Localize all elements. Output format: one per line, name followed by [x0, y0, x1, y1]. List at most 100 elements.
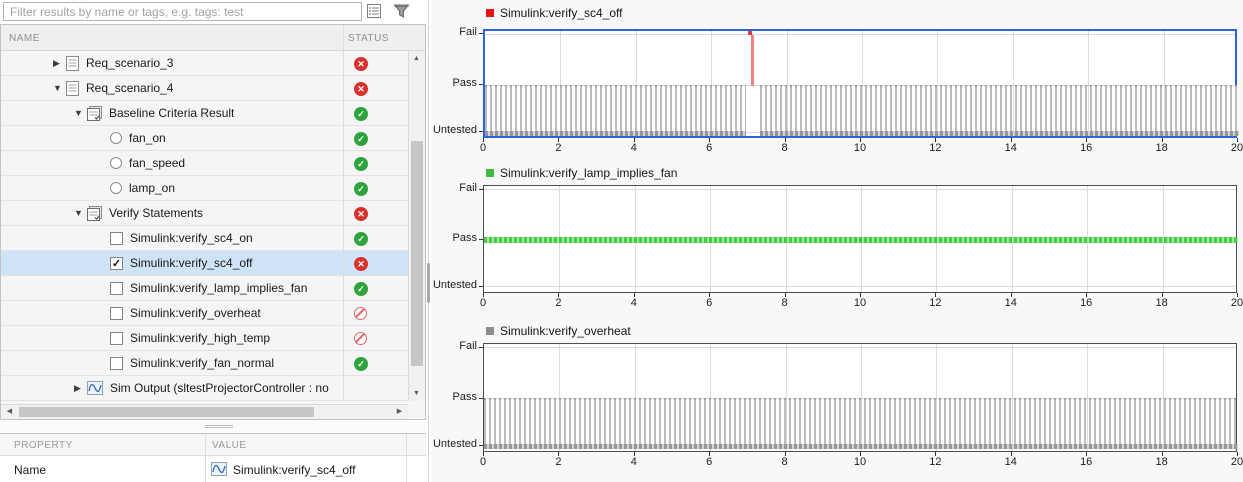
verify-plot-2[interactable]	[483, 185, 1237, 293]
row-checkbox[interactable]	[110, 232, 123, 245]
status-fail-icon: ✕	[354, 82, 368, 96]
chevron-down-icon[interactable]: ▼	[74, 208, 87, 218]
table-row[interactable]: lamp_on ✓	[1, 176, 408, 201]
scroll-down-icon[interactable]: ▼	[409, 387, 424, 401]
row-label: lamp_on	[129, 181, 175, 195]
status-cell: ✕	[343, 76, 407, 101]
legend-label: Simulink:verify_overheat	[500, 324, 631, 338]
x-axis-label: 12	[923, 297, 947, 309]
row-radio[interactable]	[110, 157, 122, 169]
status-fail-icon: ✕	[354, 57, 368, 71]
y-axis-label: Fail	[431, 26, 477, 38]
x-axis-label: 16	[1074, 297, 1098, 309]
row-label: Verify Statements	[109, 206, 203, 220]
x-axis-label: 12	[923, 456, 947, 468]
table-row[interactable]: Simulink:verify_high_temp	[1, 326, 408, 351]
x-axis-label: 14	[999, 456, 1023, 468]
plot-legend: Simulink:verify_overheat	[486, 324, 631, 338]
verify-plot-3[interactable]	[483, 343, 1237, 452]
table-row[interactable]: fan_on✓	[1, 126, 408, 151]
table-row[interactable]: ✓Simulink:verify_sc4_off✕	[1, 251, 408, 276]
horizontal-scroll-thumb[interactable]	[19, 407, 314, 417]
x-axis-label: 20	[1225, 456, 1243, 468]
row-checkbox[interactable]	[110, 307, 123, 320]
table-row[interactable]: Simulink:verify_fan_normal✓	[1, 351, 408, 376]
table-row[interactable]: ▼Baseline Criteria Result✓	[1, 101, 408, 126]
divider-scroll-thumb[interactable]	[427, 263, 430, 303]
row-checkbox[interactable]	[110, 282, 123, 295]
chevron-down-icon[interactable]: ▼	[74, 108, 87, 118]
verify-plot-1[interactable]	[483, 29, 1237, 138]
scroll-up-icon[interactable]: ▲	[409, 52, 424, 66]
table-row[interactable]: ▶Sim Output (sltestProjectorController :…	[1, 376, 408, 401]
vertical-scrollbar[interactable]: ▲ ▼	[408, 51, 425, 401]
status-cell: ✓	[343, 276, 407, 301]
list-view-button[interactable]	[364, 3, 384, 21]
fail-marker	[748, 31, 752, 35]
x-axis-label: 20	[1225, 142, 1243, 154]
row-checkbox[interactable]	[110, 332, 123, 345]
x-axis-label: 14	[999, 297, 1023, 309]
row-label: Simulink:verify_lamp_implies_fan	[130, 281, 307, 295]
status-cell: ✕	[343, 251, 407, 276]
scroll-right-icon[interactable]: ▶	[392, 405, 407, 419]
table-row[interactable]: ▶Req_scenario_3✕	[1, 51, 408, 76]
chevron-right-icon[interactable]: ▶	[53, 58, 66, 69]
x-axis-label: 10	[848, 297, 872, 309]
untested-stems	[760, 85, 1239, 136]
x-axis-label: 20	[1225, 297, 1243, 309]
x-axis-label: 0	[471, 142, 495, 154]
filter-button[interactable]	[391, 3, 411, 21]
y-axis-label: Untested	[431, 124, 477, 136]
property-row[interactable]: Name Simulink:verify_sc4_off	[0, 456, 426, 482]
x-axis-label: 6	[697, 297, 721, 309]
row-checkbox[interactable]: ✓	[110, 257, 123, 270]
status-pass-icon: ✓	[354, 157, 368, 171]
row-label: Simulink:verify_overheat	[130, 306, 261, 320]
x-axis-label: 18	[1150, 297, 1174, 309]
y-axis-label: Fail	[431, 182, 477, 194]
horizontal-scrollbar[interactable]: ◀ ▶	[1, 404, 408, 419]
status-cell: ✓	[343, 176, 407, 201]
results-tree: NAME STATUS ▶Req_scenario_3✕▼Req_scenari…	[0, 24, 426, 420]
row-radio[interactable]	[110, 132, 122, 144]
panel-splitter[interactable]	[0, 420, 426, 433]
legend-swatch	[486, 9, 494, 17]
status-pass-icon: ✓	[354, 182, 368, 196]
x-axis-label: 18	[1150, 456, 1174, 468]
vertical-scroll-thumb[interactable]	[411, 141, 423, 366]
table-row[interactable]: Simulink:verify_sc4_on✓	[1, 226, 408, 251]
legend-label: Simulink:verify_lamp_implies_fan	[500, 166, 677, 180]
row-label: Simulink:verify_sc4_on	[130, 231, 253, 245]
status-cell	[343, 301, 407, 326]
plots-panel: Simulink:verify_sc4_offFailPassUntested0…	[431, 0, 1243, 482]
status-cell	[343, 326, 407, 351]
x-axis-label: 10	[848, 456, 872, 468]
chevron-down-icon[interactable]: ▼	[53, 83, 66, 93]
plot-legend: Simulink:verify_lamp_implies_fan	[486, 166, 677, 180]
status-fail-icon: ✕	[354, 207, 368, 221]
table-row[interactable]: Simulink:verify_lamp_implies_fan ✓	[1, 276, 408, 301]
row-label: Simulink:verify_high_temp	[130, 331, 270, 345]
table-row[interactable]: fan_speed✓	[1, 151, 408, 176]
row-radio[interactable]	[110, 182, 122, 194]
x-axis-label: 12	[923, 142, 947, 154]
x-axis-label: 14	[999, 142, 1023, 154]
table-row[interactable]: ▼ Verify Statements ✕	[1, 201, 408, 226]
row-label: Baseline Criteria Result	[109, 106, 234, 120]
status-cell: ✓	[343, 126, 407, 151]
x-axis-label: 6	[697, 456, 721, 468]
x-axis-label: 0	[471, 297, 495, 309]
status-fail-icon: ✕	[354, 257, 368, 271]
row-checkbox[interactable]	[110, 357, 123, 370]
chevron-right-icon[interactable]: ▶	[74, 383, 87, 394]
table-row[interactable]: ▼Req_scenario_4✕	[1, 76, 408, 101]
table-row[interactable]: Simulink:verify_overheat	[1, 301, 408, 326]
y-axis-label: Pass	[431, 232, 477, 244]
scroll-left-icon[interactable]: ◀	[2, 405, 17, 419]
x-axis-label: 2	[546, 456, 570, 468]
x-axis-label: 8	[773, 456, 797, 468]
x-axis-label: 10	[848, 142, 872, 154]
results-panel: NAME STATUS ▶Req_scenario_3✕▼Req_scenari…	[0, 0, 426, 482]
filter-results-input[interactable]	[3, 2, 362, 21]
